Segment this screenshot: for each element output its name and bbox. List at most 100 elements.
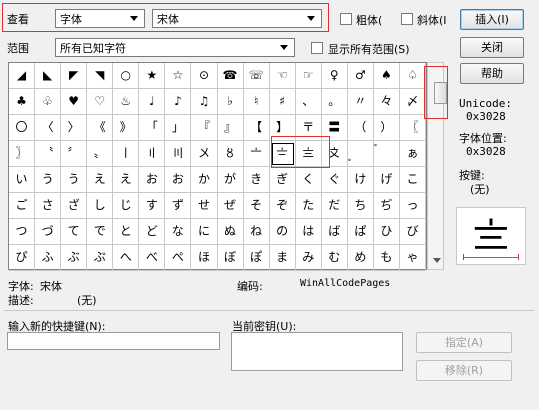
character-cell[interactable]: 」 (165, 115, 192, 141)
character-cell[interactable]: ♠ (373, 63, 400, 89)
character-cell[interactable]: 〒 (295, 115, 322, 141)
character-cell[interactable]: ぜ (217, 193, 244, 219)
range-select[interactable]: 所有已知字符 (55, 38, 295, 57)
character-cell[interactable]: ぁ (399, 141, 426, 167)
character-cell[interactable]: 「 (139, 115, 166, 141)
character-cell[interactable]: 【 (243, 115, 270, 141)
new-shortcut-input[interactable] (7, 332, 220, 350)
character-cell[interactable]: ま (269, 245, 296, 271)
insert-button[interactable]: 插入(I) (460, 9, 524, 30)
bold-checkbox[interactable] (340, 12, 352, 25)
character-cell[interactable]: ず (165, 193, 192, 219)
character-cell[interactable]: な (165, 219, 192, 245)
character-cell[interactable]: こ (399, 167, 426, 193)
character-cell[interactable]: ひ (373, 219, 400, 245)
character-cell[interactable]: ♩ (139, 89, 166, 115)
character-cell[interactable]: ♮ (243, 89, 270, 115)
character-cell[interactable]: ぼ (217, 245, 244, 271)
character-cell[interactable]: そ (243, 193, 270, 219)
character-cell[interactable]: ◥ (87, 63, 114, 89)
character-cell[interactable]: だ (321, 193, 348, 219)
character-cell[interactable]: ☞ (295, 63, 322, 89)
character-cell[interactable]: 〫 (373, 141, 400, 167)
character-cell[interactable]: 々 (373, 89, 400, 115)
show-all-ranges-checkbox[interactable] (311, 41, 323, 54)
character-cell[interactable]: ◤ (61, 63, 88, 89)
character-cell[interactable]: じ (113, 193, 140, 219)
character-cell[interactable]: 〪 (347, 141, 374, 167)
character-cell[interactable]: ◣ (35, 63, 62, 89)
character-cell[interactable]: に (191, 219, 218, 245)
character-cell[interactable]: う (61, 167, 88, 193)
remove-button[interactable]: 移除(R) (416, 360, 512, 381)
character-cell[interactable]: ☎ (217, 63, 244, 89)
character-cell[interactable]: 〣 (165, 141, 192, 167)
character-cell[interactable]: 】 (269, 115, 296, 141)
scrollbar-thumb[interactable] (434, 82, 447, 104)
character-cell[interactable]: 、 (295, 89, 322, 115)
character-cell[interactable]: ♧ (35, 89, 62, 115)
character-cell[interactable]: ★ (139, 63, 166, 89)
character-cell[interactable]: 〝 (35, 141, 62, 167)
character-cell[interactable]: ぴ (9, 245, 36, 271)
character-cell[interactable]: 〦 (243, 141, 270, 167)
character-cell[interactable]: 〩 (321, 141, 348, 167)
character-cell[interactable]: は (295, 219, 322, 245)
character-cell[interactable]: ふ (35, 245, 62, 271)
character-cell[interactable]: せ (191, 193, 218, 219)
character-cell[interactable]: ◢ (9, 63, 36, 89)
view-select[interactable]: 字体 (55, 9, 145, 28)
character-cell[interactable]: ♯ (269, 89, 296, 115)
character-cell[interactable]: び (399, 219, 426, 245)
character-cell[interactable]: ね (243, 219, 270, 245)
character-cell[interactable]: 《 (87, 115, 114, 141)
character-cell[interactable]: ぺ (165, 245, 192, 271)
character-cell[interactable]: げ (373, 167, 400, 193)
character-cell[interactable]: 〢 (139, 141, 166, 167)
character-cell[interactable]: み (295, 245, 322, 271)
character-cell[interactable]: ☏ (243, 63, 270, 89)
character-cell[interactable]: 〞 (61, 141, 88, 167)
character-cell[interactable]: が (217, 167, 244, 193)
character-cell[interactable]: ○ (113, 63, 140, 89)
character-cell[interactable]: さ (35, 193, 62, 219)
character-cell[interactable]: 『 (191, 115, 218, 141)
character-cell[interactable]: す (139, 193, 166, 219)
character-cell[interactable]: き (243, 167, 270, 193)
character-cell[interactable]: 〆 (399, 89, 426, 115)
character-cell[interactable]: ぱ (347, 219, 374, 245)
character-cell[interactable]: ご (9, 193, 36, 219)
character-cell[interactable]: う (35, 167, 62, 193)
assign-button[interactable]: 指定(A) (416, 332, 512, 353)
character-cell[interactable]: ほ (191, 245, 218, 271)
help-button[interactable]: 帮助 (460, 63, 524, 84)
character-cell[interactable]: 〡 (113, 141, 140, 167)
character-cell[interactable]: 〈 (35, 115, 62, 141)
character-cell[interactable]: ♣ (9, 89, 36, 115)
character-cell[interactable]: ゃ (399, 245, 426, 271)
character-cell[interactable]: と (113, 219, 140, 245)
character-cell[interactable]: ざ (61, 193, 88, 219)
character-cell[interactable]: お (139, 167, 166, 193)
character-cell[interactable]: ♀ (321, 63, 348, 89)
character-grid[interactable]: ◢ ◣ ◤ ◥ ○ ★ ☆ ⊙ ☎ ☏ ☜ ☞ ♀ ♂ ♠ ♤ ♣ ♧ ♥ ♡ ♨ ♩ ♪ ♫ ♭ ♮ ♯、。〃々〆〇〈〉《》「」『… (8, 62, 427, 271)
character-cell[interactable]: 〇 (9, 115, 36, 141)
close-button[interactable]: 关闭 (460, 37, 524, 58)
character-cell[interactable]: 》 (113, 115, 140, 141)
character-cell[interactable]: つ (9, 219, 36, 245)
character-cell[interactable]: の (269, 219, 296, 245)
character-cell[interactable]: 〓 (321, 115, 348, 141)
character-cell[interactable]: ぷ (87, 245, 114, 271)
italic-checkbox[interactable] (401, 12, 413, 25)
character-cell[interactable]: ♥ (61, 89, 88, 115)
character-cell[interactable]: ⊙ (191, 63, 218, 89)
character-cell[interactable]: へ (113, 245, 140, 271)
character-cell[interactable]: た (295, 193, 322, 219)
character-cell[interactable]: ぐ (321, 167, 348, 193)
character-cell[interactable]: く (295, 167, 322, 193)
character-cell[interactable]: 〉 (61, 115, 88, 141)
character-cell[interactable]: ♪ (165, 89, 192, 115)
character-cell[interactable]: べ (139, 245, 166, 271)
character-cell[interactable]: ♂ (347, 63, 374, 89)
character-cell[interactable]: ♫ (191, 89, 218, 115)
